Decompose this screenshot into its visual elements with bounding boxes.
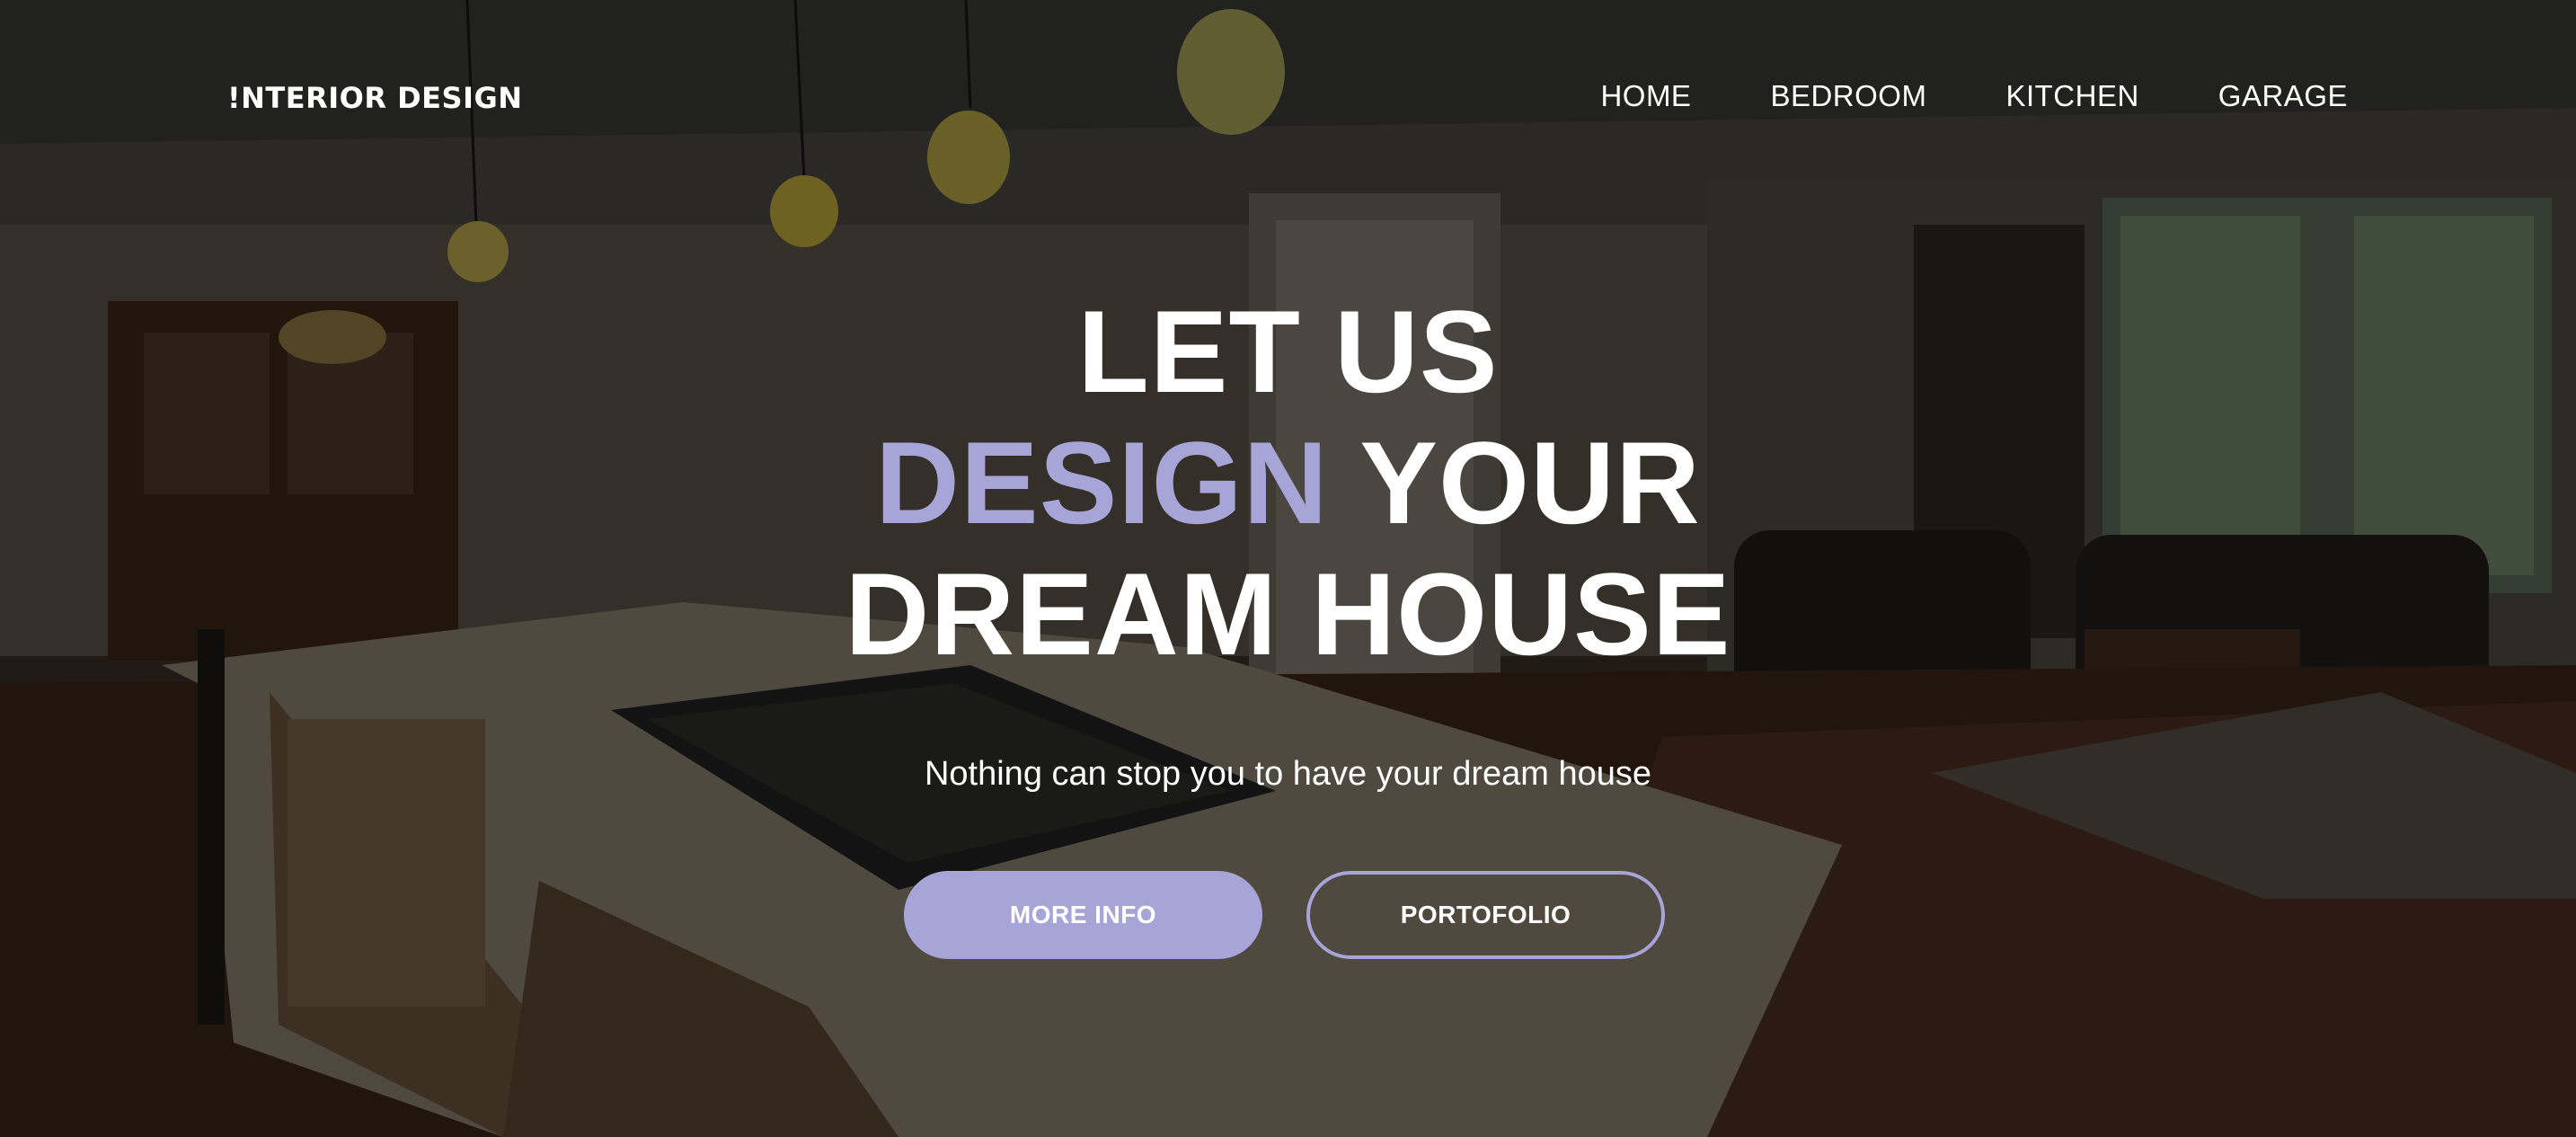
portfolio-button[interactable]: PORTOFOLIO [1306,871,1665,959]
headline-line-2-rest: YOUR [1328,417,1701,548]
headline-line-3: DREAM HOUSE [845,548,1731,680]
headline-line-2: DESIGN YOUR [0,417,2576,548]
nav-link-garage[interactable]: GARAGE [2218,79,2348,113]
hero-section: !NTERIOR DESIGN HOME BEDROOM KITCHEN GAR… [0,0,2576,1137]
main-nav: HOME BEDROOM KITCHEN GARAGE [1600,79,2348,113]
headline-accent-word: DESIGN [875,417,1329,548]
nav-link-bedroom[interactable]: BEDROOM [1770,79,1926,113]
headline-line-1: LET US [1077,286,1499,417]
nav-link-kitchen[interactable]: KITCHEN [2005,79,2138,113]
nav-link-home[interactable]: HOME [1600,79,1691,113]
site-logo[interactable]: !NTERIOR DESIGN [227,81,523,115]
more-info-button[interactable]: MORE INFO [904,871,1262,959]
hero-subtitle: Nothing can stop you to have your dream … [924,755,1652,793]
hero-headline: LET US DESIGN YOUR DREAM HOUSE [0,286,2576,680]
